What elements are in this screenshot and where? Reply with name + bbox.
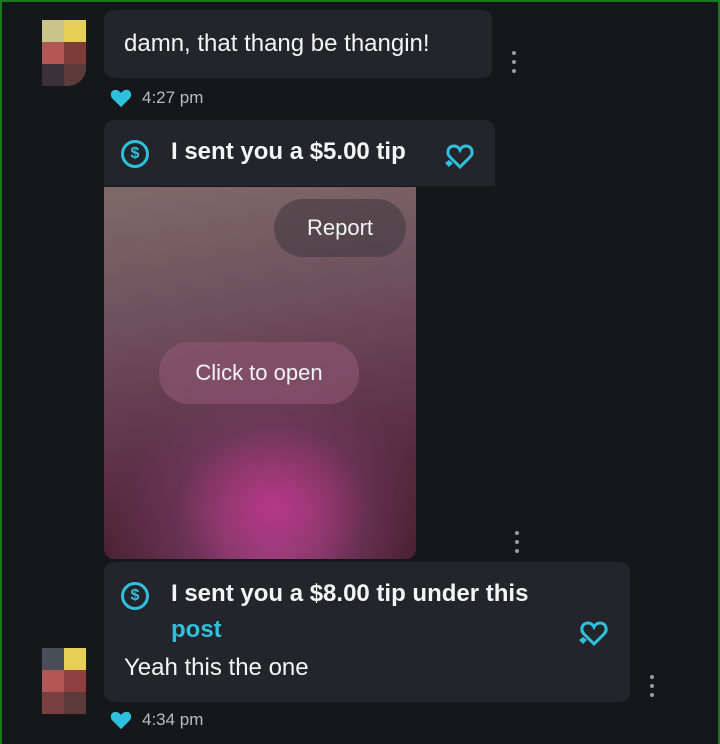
blurred-media[interactable]: Report Click to open (104, 187, 416, 559)
dollar-coin-icon: $ (121, 582, 149, 610)
more-options-icon[interactable] (649, 675, 655, 697)
message-meta: 4:34 pm (110, 710, 203, 730)
more-options-icon[interactable] (511, 51, 517, 73)
sender-avatar[interactable] (42, 648, 106, 714)
timestamp: 4:27 pm (142, 88, 204, 107)
tip-bubble[interactable]: $ I sent you a $5.00 tip (104, 120, 495, 186)
message-meta: 4:27 pm (110, 88, 203, 108)
report-button[interactable]: Report (274, 199, 406, 257)
tip-label: I sent you a $8.00 tip under this (171, 580, 529, 607)
heart-outline-icon[interactable] (443, 140, 479, 172)
post-link[interactable]: post (171, 616, 222, 644)
timestamp: 4:34 pm (142, 710, 204, 729)
sender-avatar[interactable] (42, 20, 106, 86)
message-text: Yeah this the one (124, 654, 309, 681)
heart-icon[interactable] (110, 88, 132, 108)
click-to-open-button[interactable]: Click to open (159, 342, 359, 404)
message-bubble[interactable]: damn, that thang be thangin! (104, 10, 492, 78)
heart-outline-icon[interactable] (577, 617, 613, 649)
tip-message-bubble[interactable]: $ I sent you a $8.00 tip under this post… (104, 562, 630, 702)
heart-icon[interactable] (110, 710, 132, 730)
more-options-icon[interactable] (514, 531, 520, 553)
message-text: damn, that thang be thangin! (124, 30, 430, 57)
tip-label: I sent you a $5.00 tip (171, 138, 406, 165)
dollar-coin-icon: $ (121, 140, 149, 168)
